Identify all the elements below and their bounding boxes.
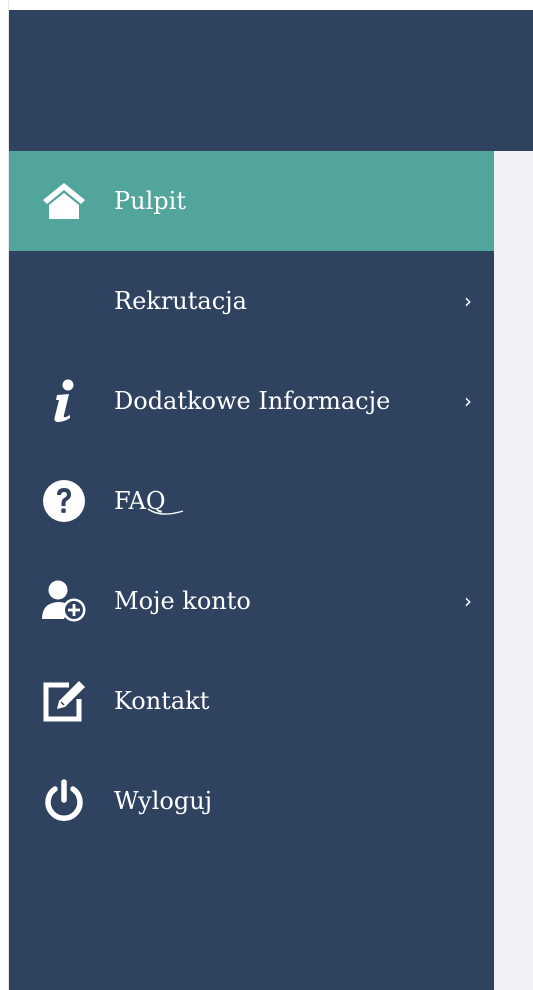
sidebar-item-dodatkowe-informacje[interactable]: Dodatkowe Informacje › bbox=[9, 351, 494, 451]
sidebar-item-label: FAQ bbox=[114, 487, 166, 515]
home-icon bbox=[39, 178, 89, 224]
sidebar-item-label: Dodatkowe Informacje bbox=[114, 387, 391, 415]
app-frame: Pulpit Rekrutacja › Dodatkowe Informacje… bbox=[0, 0, 533, 990]
edit-icon bbox=[39, 678, 89, 724]
power-icon bbox=[39, 778, 89, 824]
chevron-right-icon: › bbox=[464, 589, 472, 613]
left-border bbox=[0, 0, 9, 990]
sidebar-item-label: Moje konto bbox=[114, 587, 251, 615]
top-header-bar bbox=[9, 10, 533, 151]
chevron-right-icon: › bbox=[464, 289, 472, 313]
sidebar-item-pulpit[interactable]: Pulpit bbox=[9, 151, 494, 251]
sidebar-item-label: Wyloguj bbox=[114, 787, 213, 815]
sidebar-item-wyloguj[interactable]: Wyloguj bbox=[9, 751, 494, 851]
faq-swash-decoration bbox=[147, 508, 184, 515]
user-add-icon bbox=[39, 578, 89, 624]
sidebar-item-rekrutacja[interactable]: Rekrutacja › bbox=[9, 251, 494, 351]
sidebar-item-label: Kontakt bbox=[114, 687, 210, 715]
sidebar-item-kontakt[interactable]: Kontakt bbox=[9, 651, 494, 751]
chevron-right-icon: › bbox=[464, 389, 472, 413]
info-icon bbox=[39, 378, 89, 424]
sidebar-item-moje-konto[interactable]: Moje konto › bbox=[9, 551, 494, 651]
sidebar-menu: Pulpit Rekrutacja › Dodatkowe Informacje… bbox=[9, 151, 494, 990]
sidebar-item-faq[interactable]: FAQ bbox=[9, 451, 494, 551]
sidebar-item-label: Pulpit bbox=[114, 187, 186, 215]
sidebar-item-label: Rekrutacja bbox=[114, 287, 247, 315]
main-content-area bbox=[494, 151, 533, 990]
question-circle-icon bbox=[39, 478, 89, 524]
